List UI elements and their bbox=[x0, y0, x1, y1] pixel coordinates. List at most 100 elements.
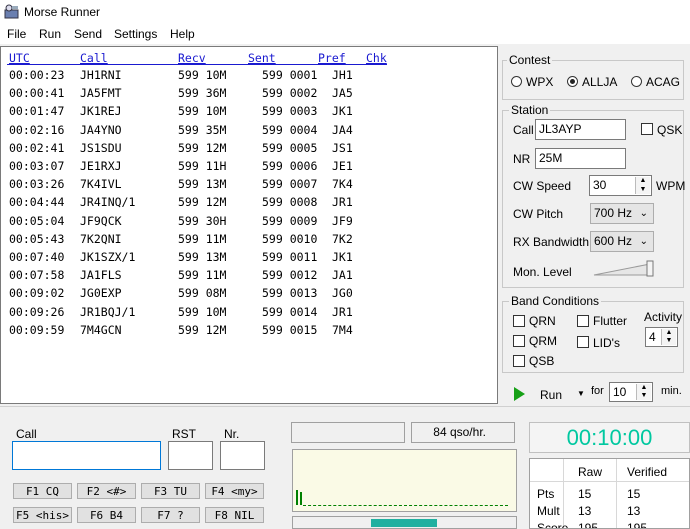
entry-call-input[interactable] bbox=[12, 441, 161, 470]
log-row[interactable]: 00:02:16 JA4YNO 599 35M 599 0004 JA4 bbox=[1, 123, 491, 140]
qrn-checkbox[interactable] bbox=[513, 315, 525, 327]
qsb-checkbox[interactable] bbox=[513, 355, 525, 367]
log-cell-recv: 599 13M bbox=[178, 177, 227, 192]
log-cell-utc: 00:01:47 bbox=[9, 104, 65, 119]
qrn-label[interactable]: QRN bbox=[529, 314, 556, 328]
menu-run[interactable]: Run bbox=[39, 27, 61, 41]
cw-speed-label: CW Speed bbox=[513, 179, 572, 193]
log-cell-call: 7K2QNI bbox=[80, 231, 122, 246]
log-row[interactable]: 00:05:04 JF9QCK 599 30H 599 0009 JF9 bbox=[1, 214, 491, 231]
menu-help[interactable]: Help bbox=[170, 27, 195, 41]
run-for-label: for bbox=[591, 385, 604, 397]
f3-tu-button[interactable]: F3 TU bbox=[141, 483, 200, 499]
contest-wpx-label[interactable]: WPX bbox=[526, 75, 553, 89]
score-pts-raw: 15 bbox=[578, 487, 592, 501]
log-row[interactable]: 00:01:47 JK1REJ 599 10M 599 0003 JK1 bbox=[1, 104, 491, 121]
entry-rst-input[interactable] bbox=[168, 441, 213, 470]
log-cell-pref: JF9 bbox=[332, 213, 353, 228]
lids-checkbox[interactable] bbox=[577, 336, 589, 348]
menu-file[interactable]: File bbox=[7, 27, 26, 41]
spin-up-icon[interactable]: ▲ bbox=[636, 177, 650, 186]
spin-down-icon[interactable]: ▼ bbox=[636, 186, 650, 195]
score-header-verified: Verified bbox=[627, 465, 668, 479]
f8-nil-button[interactable]: F8 NIL bbox=[205, 507, 264, 523]
spin-down-icon[interactable]: ▼ bbox=[637, 392, 651, 400]
rx-bandwidth-select[interactable]: 600 Hz ⌄ bbox=[590, 231, 654, 252]
qso-log[interactable]: UTC Call Recv Sent Pref Chk 00:00:23 JH1R… bbox=[0, 46, 498, 404]
mon-level-slider[interactable] bbox=[592, 260, 656, 278]
level-meter bbox=[292, 516, 517, 529]
qsb-label[interactable]: QSB bbox=[529, 354, 554, 368]
contest-allja-radio[interactable] bbox=[567, 76, 578, 87]
score-mult-raw: 13 bbox=[578, 504, 592, 518]
log-row[interactable]: 00:09:59 7M4GCN 599 12M 599 0015 7M4 bbox=[1, 323, 491, 340]
log-row[interactable]: 00:05:43 7K2QNI 599 11M 599 0010 7K2 bbox=[1, 232, 491, 249]
contest-allja-label[interactable]: ALLJA bbox=[582, 75, 617, 89]
log-cell-call: JA4YNO bbox=[80, 122, 122, 137]
flutter-label[interactable]: Flutter bbox=[593, 314, 627, 328]
menu-send[interactable]: Send bbox=[74, 27, 102, 41]
log-cell-recv: 599 10M bbox=[178, 68, 227, 82]
log-cell-pref: JK1 bbox=[332, 250, 353, 264]
qsk-label[interactable]: QSK bbox=[657, 123, 682, 137]
f2-number-button[interactable]: F2 <#> bbox=[77, 483, 136, 499]
menu-settings[interactable]: Settings bbox=[114, 27, 157, 41]
log-cell-call: JK1REJ bbox=[80, 104, 122, 119]
log-cell-recv: 599 11H bbox=[178, 159, 227, 173]
qrm-checkbox[interactable] bbox=[513, 335, 525, 347]
log-row[interactable]: 00:03:26 7K4IVL 599 13M 599 0007 7K4 bbox=[1, 177, 491, 194]
log-header-sent: Sent bbox=[248, 51, 276, 65]
spin-down-icon[interactable]: ▼ bbox=[662, 337, 676, 345]
qrm-label[interactable]: QRM bbox=[529, 334, 557, 348]
title-bar bbox=[0, 0, 690, 24]
run-button[interactable]: Run bbox=[540, 388, 562, 402]
f4-my-button[interactable]: F4 <my> bbox=[205, 483, 264, 499]
log-row[interactable]: 00:00:41 JA5FMT 599 36M 599 0002 JA5 bbox=[1, 86, 491, 103]
log-cell-sent: 599 0008 bbox=[262, 195, 318, 210]
activity-spinner[interactable]: 4 ▲ ▼ bbox=[645, 327, 678, 347]
contest-acag-label[interactable]: ACAG bbox=[646, 75, 680, 89]
contest-title: Contest bbox=[507, 53, 553, 67]
cw-pitch-select[interactable]: 700 Hz ⌄ bbox=[590, 203, 654, 224]
log-row[interactable]: 00:07:40 JK1SZX/1 599 13M 599 0011 JK1 bbox=[1, 250, 491, 267]
cw-speed-spinner[interactable]: 30 ▲ ▼ bbox=[589, 175, 652, 196]
entry-rst-label: RST bbox=[172, 427, 196, 441]
f6-b4-button[interactable]: F6 B4 bbox=[77, 507, 136, 523]
spin-up-icon[interactable]: ▲ bbox=[662, 329, 676, 337]
play-icon[interactable] bbox=[514, 387, 525, 401]
run-minutes-value: 10 bbox=[613, 385, 627, 399]
station-nr-field[interactable]: 25M bbox=[535, 148, 626, 169]
log-row[interactable]: 00:09:02 JG0EXP 599 08M 599 0013 JG0 bbox=[1, 286, 491, 303]
level-meter-fill bbox=[371, 519, 437, 527]
log-row[interactable]: 00:02:41 JS1SDU 599 12M 599 0005 JS1 bbox=[1, 141, 491, 158]
flutter-checkbox[interactable] bbox=[577, 315, 589, 327]
station-call-field[interactable]: JL3AYP bbox=[535, 119, 626, 140]
log-cell-pref: JK1 bbox=[332, 104, 353, 119]
run-minutes-spinner[interactable]: 10 ▲ ▼ bbox=[609, 382, 653, 402]
qsk-checkbox[interactable] bbox=[641, 123, 653, 135]
log-row[interactable]: 00:07:58 JA1FLS 599 11M 599 0012 JA1 bbox=[1, 268, 491, 285]
log-cell-call: JG0EXP bbox=[80, 286, 122, 301]
log-row[interactable]: 00:03:07 JE1RXJ 599 11H 599 0006 JE1 bbox=[1, 159, 491, 176]
f7-query-button[interactable]: F7 ? bbox=[141, 507, 200, 523]
f5-his-button[interactable]: F5 <his> bbox=[13, 507, 72, 523]
log-cell-utc: 00:07:40 bbox=[9, 250, 65, 264]
log-cell-recv: 599 30H bbox=[178, 213, 227, 228]
score-pts-label: Pts bbox=[537, 487, 555, 501]
activity-value: 4 bbox=[649, 330, 656, 344]
log-row[interactable]: 00:04:44 JR4INQ/1 599 12M 599 0008 JR1 bbox=[1, 195, 491, 212]
entry-nr-input[interactable] bbox=[220, 441, 265, 470]
f1-cq-button[interactable]: F1 CQ bbox=[13, 483, 72, 499]
contest-wpx-radio[interactable] bbox=[511, 76, 522, 87]
spin-up-icon[interactable]: ▲ bbox=[637, 384, 651, 392]
log-cell-utc: 00:05:04 bbox=[9, 213, 65, 228]
log-row[interactable]: 00:00:23 JH1RNI 599 10M 599 0001 JH1 bbox=[1, 68, 491, 85]
log-cell-pref: 7K2 bbox=[332, 231, 353, 246]
run-dropdown-icon[interactable]: ▼ bbox=[577, 389, 585, 398]
bottom-divider bbox=[0, 406, 690, 413]
score-total-verified: 195 bbox=[627, 521, 648, 529]
lids-label[interactable]: LID's bbox=[593, 336, 620, 350]
log-row[interactable]: 00:09:26 JR1BQJ/1 599 10M 599 0014 JR1 bbox=[1, 305, 491, 322]
contest-acag-radio[interactable] bbox=[631, 76, 642, 87]
station-call-label: Call bbox=[513, 123, 534, 137]
